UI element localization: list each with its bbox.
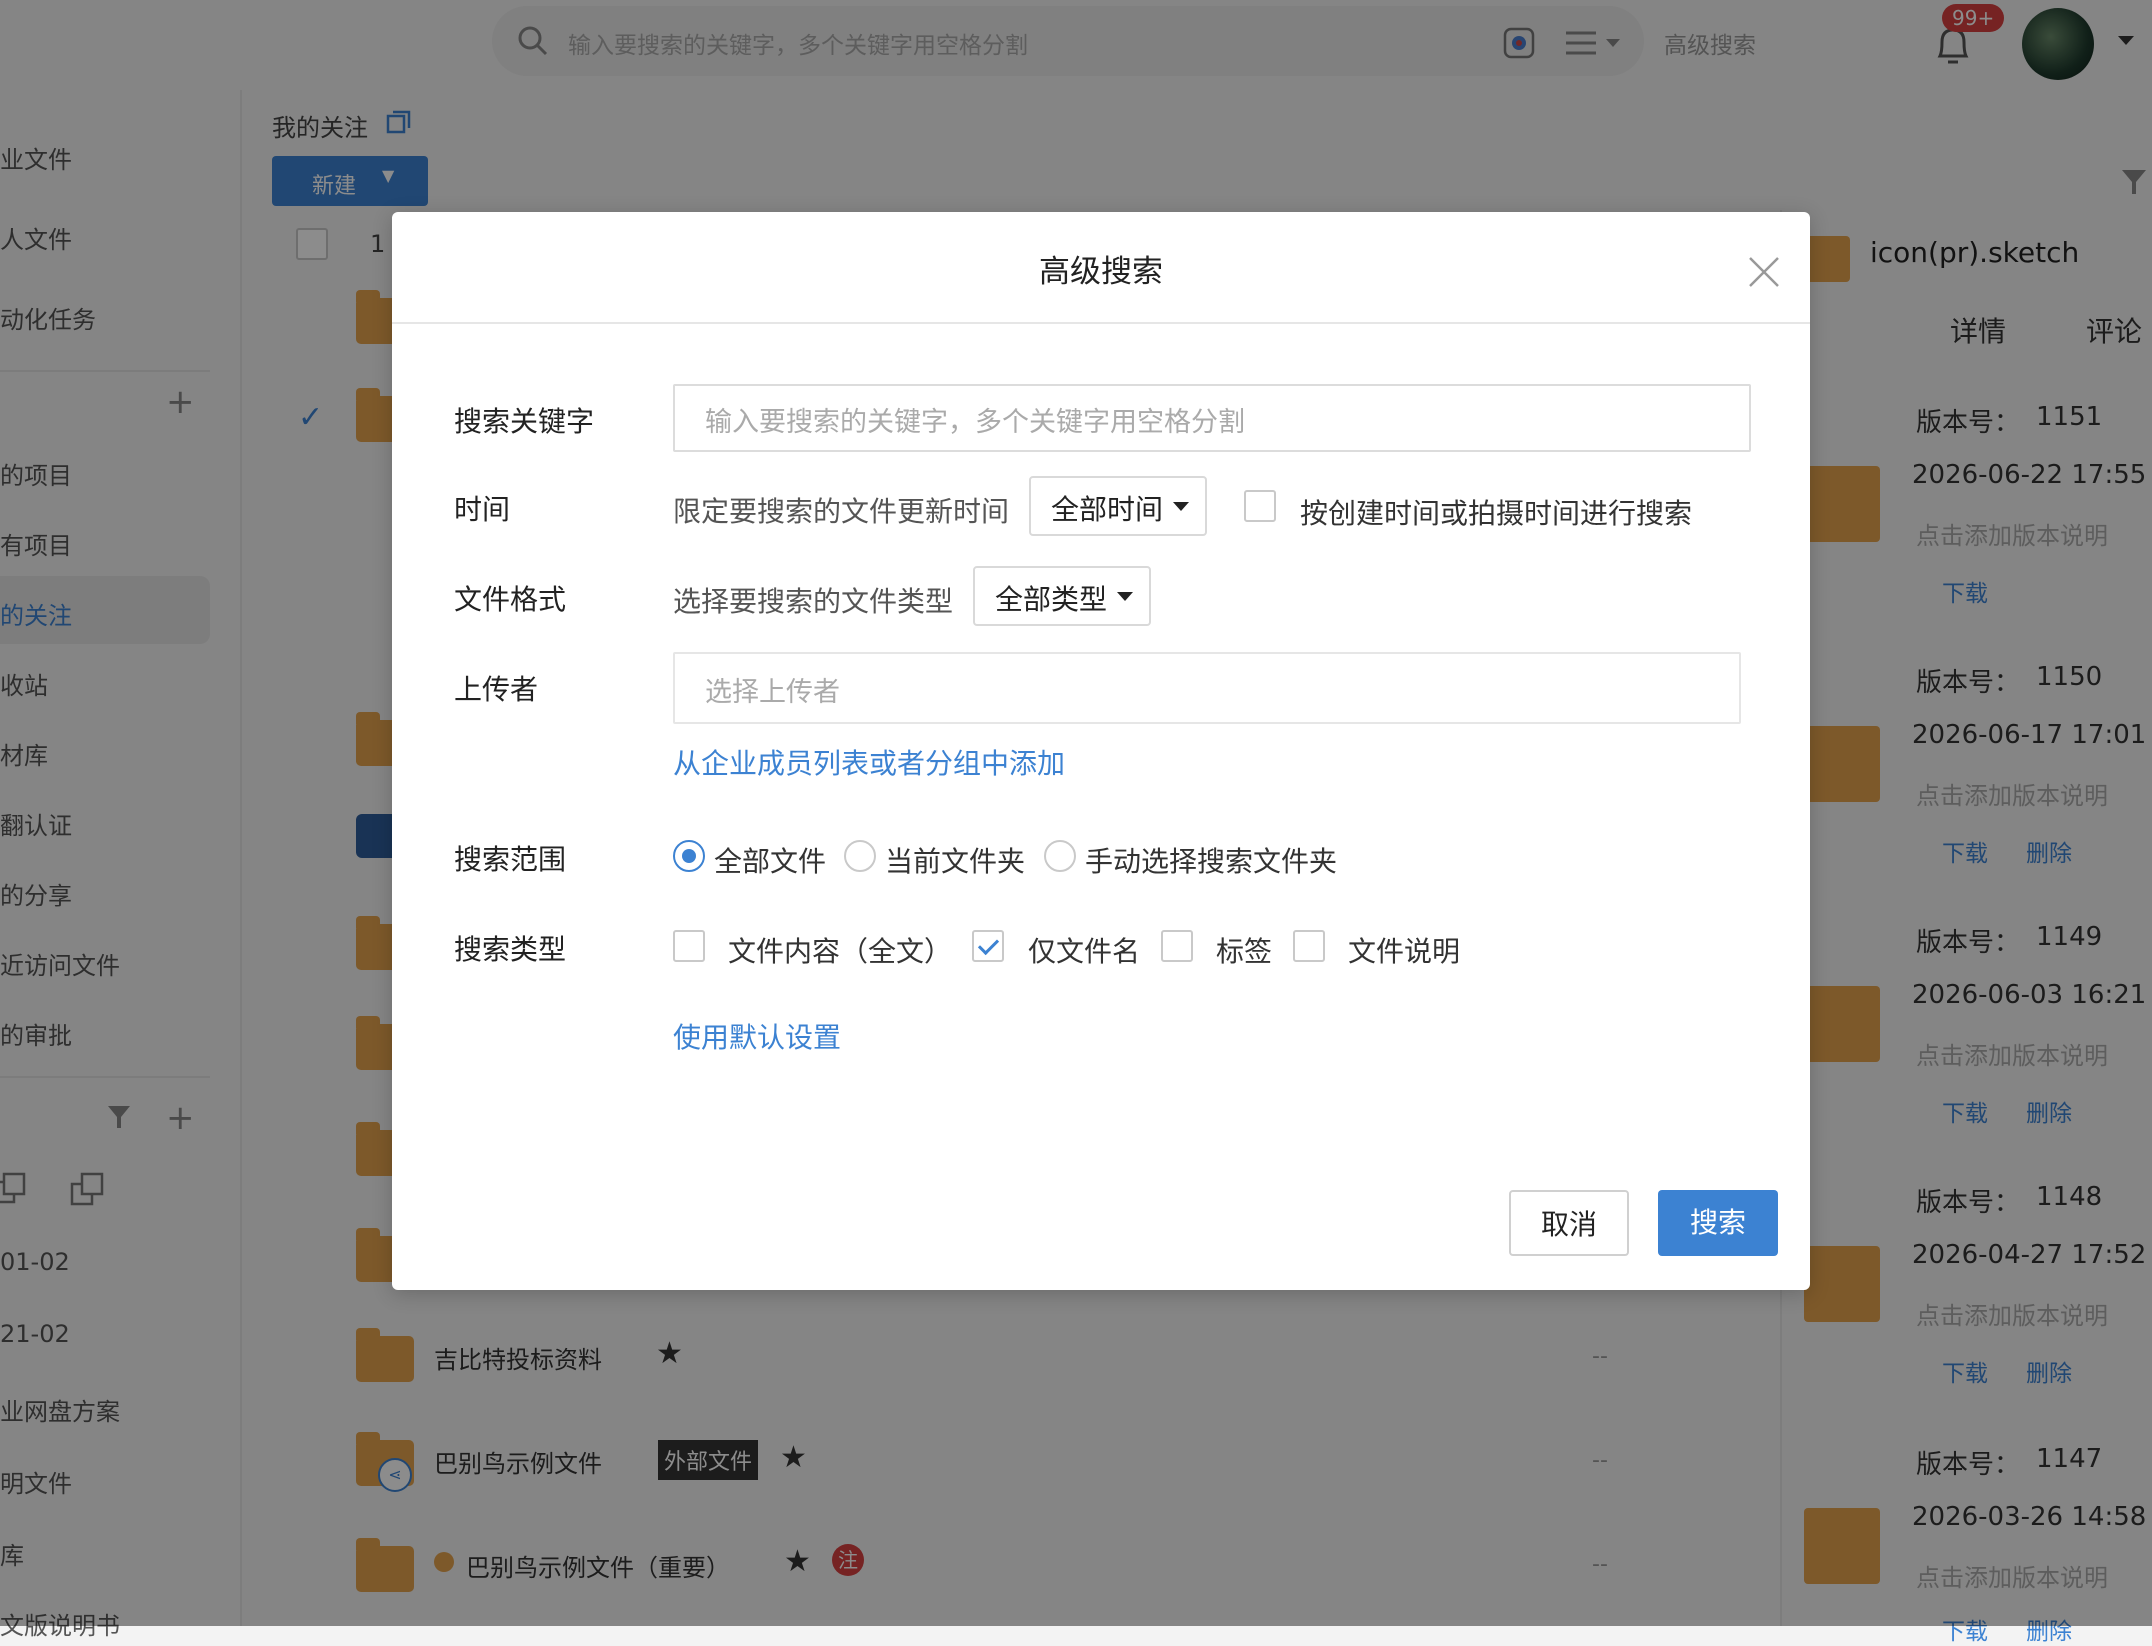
file-format-label: 文件格式 [454,583,567,616]
scope-manual-folder-radio[interactable] [1044,840,1076,872]
type-content-label[interactable]: 文件内容（全文） [728,930,952,970]
add-from-members-link[interactable]: 从企业成员列表或者分组中添加 [673,742,1065,782]
uploader-label: 上传者 [454,673,539,706]
type-filename-checkbox[interactable] [972,930,1004,962]
search-scope-label: 搜索范围 [454,843,567,876]
chevron-down-icon [1117,592,1133,601]
create-time-checkbox[interactable] [1244,490,1276,522]
type-description-checkbox[interactable] [1293,930,1325,962]
create-time-checkbox-label[interactable]: 按创建时间或拍摄时间进行搜索 [1300,492,1692,532]
file-format-select-value: 全部类型 [995,583,1108,616]
uploader-placeholder: 选择上传者 [705,677,840,708]
keyword-label: 搜索关键字 [454,405,595,438]
type-tags-label[interactable]: 标签 [1216,930,1272,970]
uploader-input[interactable]: 选择上传者 [673,652,1741,724]
scope-current-folder-radio[interactable] [844,840,876,872]
scope-manual-folder-label[interactable]: 手动选择搜索文件夹 [1085,840,1337,880]
keyword-input[interactable]: 输入要搜索的关键字，多个关键字用空格分割 [673,384,1751,452]
time-label: 时间 [454,493,511,526]
use-default-settings-link[interactable]: 使用默认设置 [673,1016,841,1056]
search-type-label: 搜索类型 [454,933,567,966]
scope-current-folder-label[interactable]: 当前文件夹 [885,840,1025,880]
close-icon[interactable] [1744,252,1784,292]
type-content-checkbox[interactable] [673,930,705,962]
cancel-button[interactable]: 取消 [1509,1190,1629,1256]
keyword-placeholder: 输入要搜索的关键字，多个关键字用空格分割 [705,407,1245,438]
dialog-title: 高级搜索 [1039,254,1163,290]
time-select[interactable]: 全部时间 [1029,476,1207,536]
chevron-down-icon [1173,502,1189,511]
time-hint: 限定要搜索的文件更新时间 [673,495,1010,528]
time-select-value: 全部时间 [1051,493,1164,526]
type-description-label[interactable]: 文件说明 [1348,930,1460,970]
search-button[interactable]: 搜索 [1658,1190,1778,1256]
type-filename-label[interactable]: 仅文件名 [1028,930,1140,970]
file-format-select[interactable]: 全部类型 [973,566,1151,626]
advanced-search-dialog: 高级搜索 搜索关键字 输入要搜索的关键字，多个关键字用空格分割 时间 限定要搜索… [392,212,1810,1290]
dialog-divider [392,322,1810,324]
scope-all-files-radio[interactable] [673,840,705,872]
type-tags-checkbox[interactable] [1161,930,1193,962]
file-format-hint: 选择要搜索的文件类型 [673,585,954,618]
scope-all-files-label[interactable]: 全部文件 [714,840,826,880]
